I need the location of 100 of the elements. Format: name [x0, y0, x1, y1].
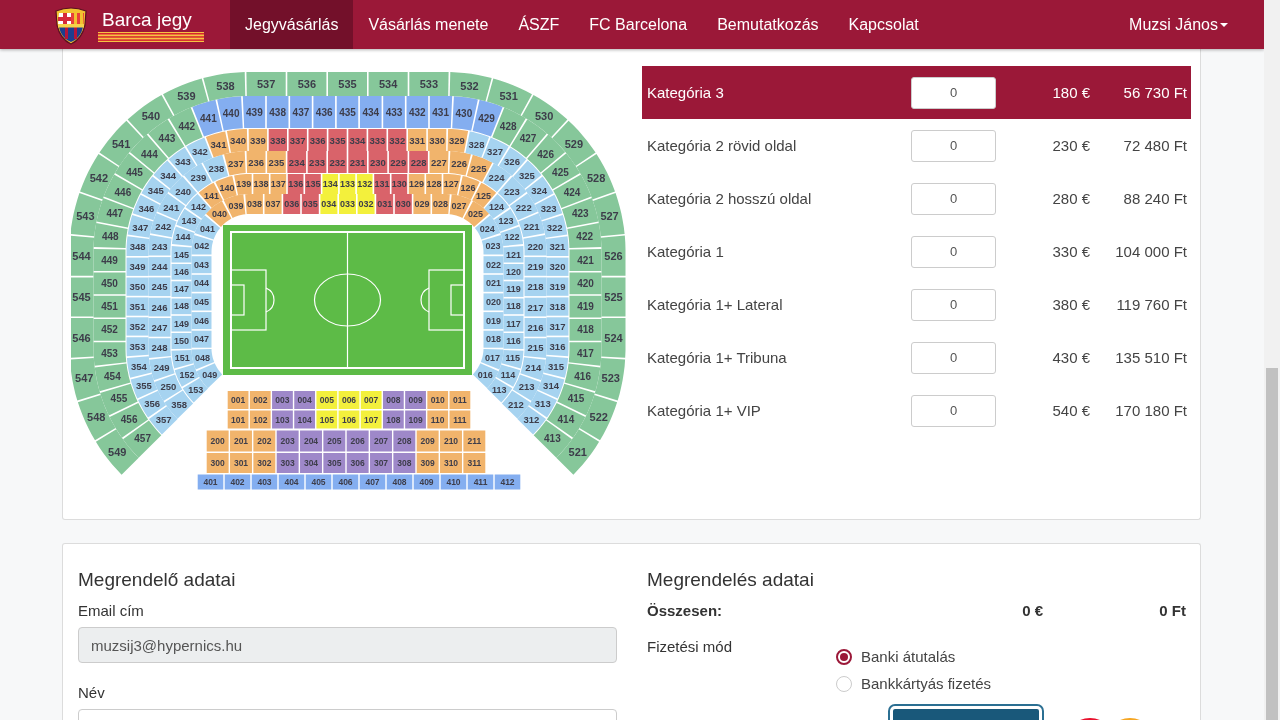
section-number: 225 — [470, 162, 487, 174]
section-number: 427 — [519, 133, 537, 145]
user-menu[interactable]: Muzsi János — [1129, 0, 1228, 49]
section-number: 354 — [131, 360, 147, 372]
section-number: 429 — [478, 112, 495, 124]
category-row[interactable]: Kategória 3 0 180 € 56 730 Ft — [642, 66, 1191, 119]
quantity-input[interactable]: 0 — [911, 76, 996, 109]
section-number: 302 — [257, 458, 272, 468]
section-number: 358 — [171, 398, 188, 410]
section-number: 330 — [429, 134, 445, 146]
section-number: 217 — [527, 301, 544, 313]
brand-name[interactable]: Barca jegy — [98, 9, 204, 31]
section-number: 027 — [451, 200, 467, 211]
price-huf: 104 000 Ft — [1114, 243, 1188, 260]
quantity-input[interactable]: 0 — [911, 129, 996, 162]
nav-link[interactable]: Vásárlás menete — [353, 0, 504, 49]
section-number: 440 — [222, 107, 240, 119]
section-number: 313 — [534, 398, 551, 410]
section-number: 003 — [275, 395, 290, 405]
section-number: 144 — [175, 232, 191, 243]
section-number: 435 — [339, 106, 356, 118]
section-number: 243 — [151, 240, 168, 252]
section-number: 404 — [284, 477, 299, 487]
nav-link[interactable]: Bemutatkozás — [702, 0, 834, 49]
section-number: 030 — [395, 199, 411, 209]
section-number: 418 — [577, 324, 594, 336]
section-number: 323 — [540, 202, 557, 214]
quantity-input[interactable]: 0 — [911, 182, 996, 215]
nav-link[interactable]: Kapcsolat — [833, 0, 934, 49]
section-number: 530 — [534, 110, 554, 122]
quantity-input[interactable]: 0 — [911, 341, 996, 374]
category-name: Kategória 1+ VIP — [646, 402, 762, 419]
section-number: 204 — [303, 436, 319, 446]
category-name: Kategória 1 — [646, 243, 725, 260]
section-number: 032 — [358, 199, 374, 209]
section-number: 456 — [120, 414, 138, 425]
section-number: 245 — [151, 281, 168, 293]
radio-label[interactable]: Bankkártyás fizetés — [861, 675, 992, 692]
section-number: 219 — [527, 260, 544, 272]
price-huf: 56 730 Ft — [1122, 84, 1188, 101]
section-number: 208 — [397, 436, 412, 446]
section-number: 126 — [460, 182, 476, 193]
section-number: 044 — [194, 278, 209, 289]
category-row[interactable]: Kategória 1+ Lateral 0 380 € 119 760 Ft — [642, 278, 1191, 331]
section-number: 024 — [479, 223, 495, 234]
section-number: 531 — [499, 90, 518, 103]
section-number: 034 — [321, 199, 337, 209]
quantity-input[interactable]: 0 — [911, 235, 996, 268]
section-number: 250 — [160, 381, 177, 393]
section-number: 430 — [455, 107, 473, 119]
section-number: 447 — [106, 208, 124, 220]
section-number: 119 — [506, 284, 521, 295]
nav-link[interactable]: Jegyvásárlás — [230, 0, 354, 49]
section-number: 147 — [174, 284, 189, 295]
category-row[interactable]: Kategória 1 0 330 € 104 000 Ft — [642, 225, 1191, 278]
section-number: 321 — [549, 241, 566, 253]
section-number: 017 — [485, 352, 500, 363]
section-number: 036 — [284, 199, 300, 209]
section-number: 019 — [486, 315, 501, 326]
quantity-input[interactable]: 0 — [911, 288, 996, 321]
section-number: 209 — [420, 436, 435, 446]
section-number: 106 — [341, 414, 357, 425]
section-number: 341 — [210, 138, 227, 150]
section-number: 205 — [327, 436, 342, 446]
section-number: 355 — [136, 379, 152, 391]
section-number: 029 — [414, 199, 430, 209]
section-number: 139 — [236, 179, 252, 190]
section-number: 203 — [280, 436, 295, 446]
quantity-input[interactable]: 0 — [911, 394, 996, 427]
section-number: 149 — [174, 318, 189, 329]
section-number: 249 — [153, 362, 170, 374]
price-huf: 88 240 Ft — [1122, 190, 1188, 207]
section-number: 523 — [601, 372, 620, 385]
section-number: 351 — [129, 301, 146, 313]
section-number: 101 — [231, 414, 246, 425]
section-number: 220 — [527, 240, 544, 252]
section-number: 415 — [567, 393, 585, 405]
nav-link[interactable]: FC Barcelona — [574, 0, 703, 49]
section-number: 047 — [194, 334, 209, 345]
section-number: 229 — [390, 156, 407, 168]
category-row[interactable]: Kategória 1+ VIP 0 540 € 170 180 Ft — [642, 384, 1191, 437]
category-row[interactable]: Kategória 1+ Tribuna 0 430 € 135 510 Ft — [642, 331, 1191, 384]
section-number: 213 — [518, 381, 535, 393]
category-row[interactable]: Kategória 2 hosszú oldal 0 280 € 88 240 Ft — [642, 172, 1191, 225]
section-number: 042 — [194, 241, 210, 252]
price-eur: 330 € — [1051, 243, 1091, 260]
section-number: 234 — [288, 156, 305, 168]
section-number: 320 — [549, 261, 566, 273]
total-huf: 0 Ft — [1158, 601, 1186, 621]
radio-label[interactable]: Banki átutalás — [861, 648, 956, 665]
section-number: 244 — [151, 260, 168, 272]
section-number: 138 — [253, 179, 269, 189]
section-number: 442 — [178, 121, 196, 133]
nav-link[interactable]: ÁSZF — [503, 0, 575, 49]
section-number: 304 — [303, 458, 319, 468]
section-number: 352 — [129, 320, 146, 332]
category-row[interactable]: Kategória 2 rövid oldal 0 230 € 72 480 Ft — [642, 119, 1191, 172]
section-number: 303 — [280, 458, 295, 468]
section-number: 331 — [409, 134, 426, 146]
section-number: 111 — [453, 414, 467, 425]
